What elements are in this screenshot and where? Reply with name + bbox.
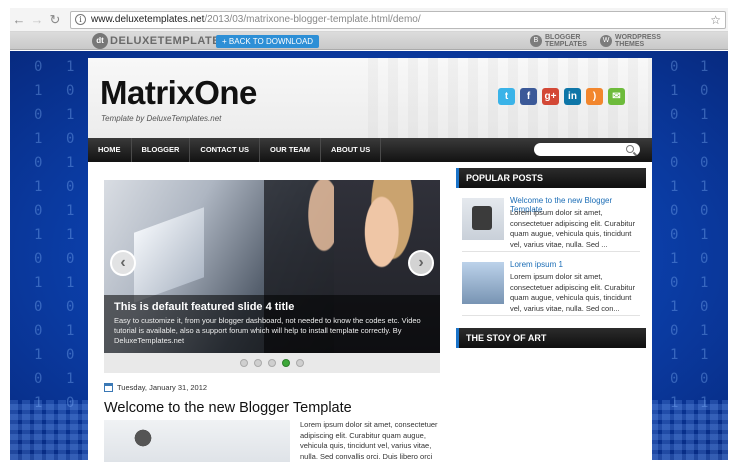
nav-item-our-team[interactable]: OUR TEAM bbox=[260, 138, 322, 162]
popular-post-item: Welcome to the new Blogger Template Lore… bbox=[462, 188, 640, 252]
deluxe-topbar: dt DELUXETEMPLATES + BACK TO DOWNLOAD B … bbox=[10, 32, 728, 50]
back-arrow-icon[interactable]: ← bbox=[10, 11, 28, 29]
post-date-text: Tuesday, January 31, 2012 bbox=[117, 383, 208, 392]
wordpress-themes-line2: THEMES bbox=[615, 41, 645, 48]
slider-dot[interactable] bbox=[282, 359, 290, 367]
facebook-icon[interactable]: f bbox=[520, 88, 537, 105]
sidebar: POPULAR POSTS Welcome to the new Blogger… bbox=[456, 168, 646, 348]
popular-post-text: Lorem ipsum dolor sit amet, consectetuer… bbox=[510, 208, 636, 249]
slider-pagination bbox=[104, 353, 440, 373]
blog-header: MatrixOne Template by DeluxeTemplates.ne… bbox=[88, 58, 652, 138]
rss-icon[interactable]: ) bbox=[586, 88, 603, 105]
back-to-download-button[interactable]: + BACK TO DOWNLOAD bbox=[216, 35, 320, 48]
nav-item-home[interactable]: HOME bbox=[88, 138, 132, 162]
site-description: Template by DeluxeTemplates.net bbox=[101, 114, 222, 123]
slider-dot[interactable] bbox=[254, 359, 262, 367]
email-icon[interactable]: ✉ bbox=[608, 88, 625, 105]
linkedin-icon[interactable]: in bbox=[564, 88, 581, 105]
matrix-digits-left-1: 0 1 0 1 0 1 0 1 0 1 0 0 1 0 1 bbox=[34, 59, 43, 411]
search-input[interactable] bbox=[534, 143, 640, 156]
slide-laptop-image bbox=[134, 207, 204, 303]
address-bar[interactable]: i www.deluxetemplates.net/2013/03/matrix… bbox=[70, 10, 726, 29]
page-info-icon[interactable]: i bbox=[75, 14, 86, 25]
matrix-grid-left bbox=[10, 400, 90, 460]
forward-arrow-icon[interactable]: → bbox=[28, 11, 46, 29]
popular-posts-title: POPULAR POSTS bbox=[456, 168, 646, 188]
url-path: /2013/03/matrixone-blogger-template.html… bbox=[204, 14, 421, 25]
wordpress-icon: W bbox=[600, 35, 612, 47]
nav-item-about-us[interactable]: ABOUT US bbox=[321, 138, 382, 162]
main-column: ‹ › This is default featured slide 4 tit… bbox=[104, 180, 440, 462]
matrix-grid-right bbox=[650, 400, 728, 460]
slider-next-arrow-icon[interactable]: › bbox=[408, 250, 434, 276]
post-body: Lorem ipsum dolor sit amet, consectetuer… bbox=[104, 420, 440, 462]
slide-caption-text: Easy to customize it, from your blogger … bbox=[114, 316, 421, 345]
slide-caption: This is default featured slide 4 title E… bbox=[104, 295, 440, 353]
popular-post-item: Lorem ipsum 1 Lorem ipsum dolor sit amet… bbox=[462, 252, 640, 316]
slider-dot[interactable] bbox=[268, 359, 276, 367]
slider-prev-arrow-icon[interactable]: ‹ bbox=[110, 250, 136, 276]
bookmark-star-icon[interactable]: ☆ bbox=[710, 13, 721, 27]
deluxe-logo-text[interactable]: DELUXETEMPLATES bbox=[110, 35, 228, 47]
blogger-templates-line2: TEMPLATES bbox=[545, 41, 587, 48]
slider-dot[interactable] bbox=[296, 359, 304, 367]
calendar-icon bbox=[104, 383, 113, 392]
nav-item-contact-us[interactable]: CONTACT US bbox=[190, 138, 261, 162]
main-nav: HOME BLOGGER CONTACT US OUR TEAM ABOUT U… bbox=[88, 138, 652, 162]
matrix-digits-right-2: 1 0 1 1 0 1 0 1 0 1 0 1 1 0 1 bbox=[700, 59, 709, 411]
blogger-templates-line1: BLOGGER bbox=[545, 34, 581, 41]
featured-slider: ‹ › This is default featured slide 4 tit… bbox=[104, 180, 440, 353]
post-thumbnail[interactable] bbox=[104, 420, 290, 462]
popular-post-text: Lorem ipsum dolor sit amet, consectetuer… bbox=[510, 272, 636, 313]
deluxe-logo-icon[interactable]: dt bbox=[92, 33, 108, 49]
blogger-templates-link[interactable]: B BLOGGER TEMPLATES bbox=[530, 34, 587, 48]
blogger-icon: B bbox=[530, 35, 542, 47]
post-excerpt: Lorem ipsum dolor sit amet, consectetuer… bbox=[300, 420, 438, 461]
browser-window: ← → ↻ i www.deluxetemplates.net/2013/03/… bbox=[0, 0, 741, 471]
slide-caption-title[interactable]: This is default featured slide 4 title bbox=[114, 301, 430, 313]
url-host: www.deluxetemplates.net bbox=[91, 14, 205, 25]
wordpress-themes-line1: WORDPRESS bbox=[615, 34, 661, 41]
popular-post-thumbnail[interactable] bbox=[462, 262, 504, 304]
wordpress-themes-link[interactable]: W WORDPRESS THEMES bbox=[600, 34, 661, 48]
matrix-digits-right-1: 0 1 0 1 0 1 0 0 1 0 1 0 1 0 1 bbox=[670, 59, 679, 411]
blog-page: MatrixOne Template by DeluxeTemplates.ne… bbox=[88, 58, 652, 462]
matrix-digits-left-2: 1 0 1 0 1 0 1 1 0 1 0 1 0 1 0 bbox=[66, 59, 75, 411]
reload-icon[interactable]: ↻ bbox=[46, 11, 64, 29]
widget-title-story-of-art: THE STOY OF ART bbox=[456, 328, 646, 348]
post-title[interactable]: Welcome to the new Blogger Template bbox=[104, 400, 440, 416]
post-date: Tuesday, January 31, 2012 bbox=[104, 383, 440, 392]
popular-post-thumbnail[interactable] bbox=[462, 198, 504, 240]
slider-dot[interactable] bbox=[240, 359, 248, 367]
popular-post-title[interactable]: Lorem ipsum 1 bbox=[510, 260, 563, 269]
browser-toolbar: ← → ↻ i www.deluxetemplates.net/2013/03/… bbox=[10, 8, 728, 32]
twitter-icon[interactable]: t bbox=[498, 88, 515, 105]
google-plus-icon[interactable]: g+ bbox=[542, 88, 559, 105]
social-icons: t f g+ in) ✉ bbox=[498, 88, 630, 105]
search-icon[interactable] bbox=[626, 145, 634, 153]
thumbnail-object bbox=[128, 426, 158, 456]
site-title[interactable]: MatrixOne bbox=[100, 74, 257, 112]
nav-item-blogger[interactable]: BLOGGER bbox=[132, 138, 191, 162]
